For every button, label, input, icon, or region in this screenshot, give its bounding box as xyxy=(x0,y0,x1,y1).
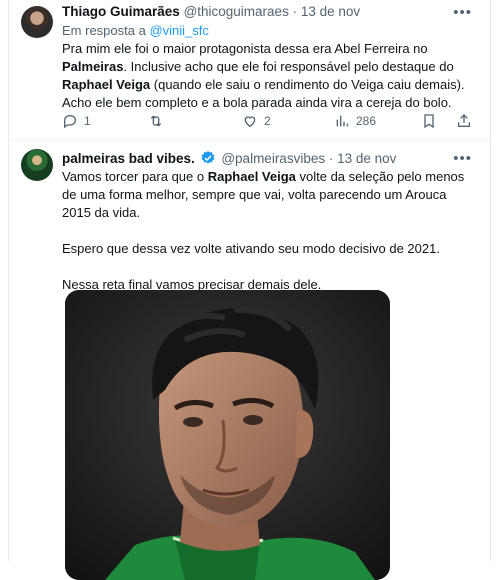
frame-border-right xyxy=(490,0,491,561)
replying-to-link[interactable]: @vinii_sfc xyxy=(149,23,208,38)
tweet-header: palmeiras bad vibes. @palmeirasvibes · 1… xyxy=(62,150,478,168)
tweet-text-part: Pra mim ele foi o maior protagonista des… xyxy=(62,41,428,56)
tweet-text-bold: Raphael Veiga xyxy=(62,77,151,92)
tweet-main[interactable]: palmeiras bad vibes. @palmeirasvibes · 1… xyxy=(9,141,490,580)
separator-dot: · xyxy=(328,151,334,166)
avatar[interactable] xyxy=(21,6,53,38)
tweet-header: Thiago Guimarães @thicoguimaraes · 13 de… xyxy=(62,4,478,22)
like-button[interactable]: 2 xyxy=(242,113,271,129)
like-count: 2 xyxy=(264,114,271,128)
tweet-paragraph-1: Vamos torcer para que o Raphael Veiga vo… xyxy=(62,168,476,222)
timestamp[interactable]: 13 de nov xyxy=(301,4,360,19)
views-button[interactable]: 286 xyxy=(334,113,376,129)
replying-to: Em resposta a @vinii_sfc xyxy=(62,23,209,38)
timestamp[interactable]: 13 de nov xyxy=(337,151,396,166)
author-handle[interactable]: @thicoguimaraes xyxy=(184,4,289,19)
replying-prefix: Em resposta a xyxy=(62,23,150,38)
tweet-text-part: . Inclusive acho que ele foi responsável… xyxy=(123,59,454,74)
heart-icon xyxy=(244,116,256,128)
separator-dot: · xyxy=(292,4,298,19)
bookmark-button[interactable] xyxy=(421,113,437,129)
tweet-text-bold: Palmeiras xyxy=(62,59,124,74)
share-icon xyxy=(458,114,470,127)
retweet-icon xyxy=(150,115,162,127)
reply-button[interactable]: 1 xyxy=(62,113,91,129)
avatar[interactable] xyxy=(21,149,53,181)
tweet-text: Pra mim ele foi o maior protagonista des… xyxy=(62,40,476,112)
action-bar: 1 2 286 xyxy=(62,113,476,133)
player-photo-image xyxy=(65,290,390,580)
share-button[interactable] xyxy=(456,113,472,129)
retweet-button[interactable] xyxy=(148,113,170,129)
tweet-text-bold: Raphael Veiga xyxy=(207,169,296,184)
views-chart-icon xyxy=(336,115,348,127)
views-count: 286 xyxy=(356,114,377,128)
author-name[interactable]: Thiago Guimarães xyxy=(62,4,180,19)
more-icon[interactable]: ••• xyxy=(453,4,472,21)
tweet-paragraph-2: Espero que dessa vez volte ativando seu … xyxy=(62,241,440,256)
reply-count: 1 xyxy=(84,114,91,128)
bookmark-icon xyxy=(424,114,434,129)
verified-badge-icon[interactable] xyxy=(200,150,216,166)
tweet-text-part: Vamos torcer para que o xyxy=(62,169,208,184)
tweet-reply[interactable]: Thiago Guimarães @thicoguimaraes · 13 de… xyxy=(9,0,490,141)
reply-icon xyxy=(64,114,77,129)
more-icon[interactable]: ••• xyxy=(453,150,472,167)
author-handle[interactable]: @palmeirasvibes xyxy=(221,151,325,166)
author-name[interactable]: palmeiras bad vibes. xyxy=(62,151,195,166)
tweet-photo[interactable] xyxy=(65,290,390,580)
